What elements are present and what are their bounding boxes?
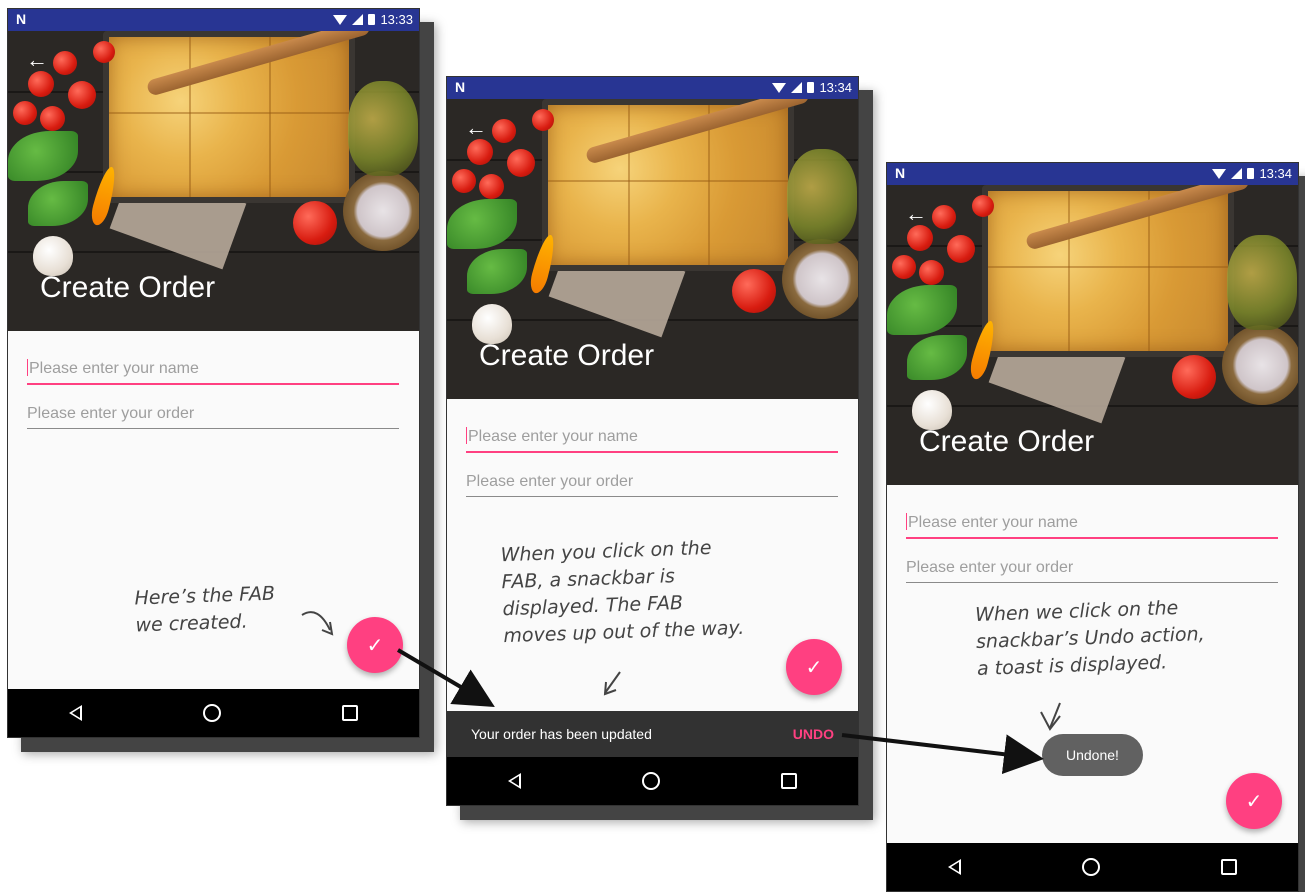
order-placeholder: Please enter your order: [466, 473, 634, 490]
nav-bar: [447, 757, 858, 805]
toast-annotation: When we click on the snackbar’s Undo act…: [974, 596, 1206, 680]
header-image: ← Create Order: [8, 31, 419, 331]
back-arrow-icon[interactable]: ←: [26, 49, 48, 71]
order-field[interactable]: Please enter your order: [466, 473, 838, 497]
nav-back-icon[interactable]: [68, 705, 82, 721]
snackbar-message: Your order has been updated: [471, 726, 652, 742]
name-field[interactable]: Please enter your name: [466, 427, 838, 453]
nav-home-icon[interactable]: [202, 704, 221, 722]
header-image: ← Create Order: [447, 99, 858, 399]
name-placeholder: Please enter your name: [908, 514, 1078, 531]
check-icon: ✓: [366, 634, 384, 657]
nav-recents-icon[interactable]: [1221, 859, 1238, 875]
status-time: 13:34: [819, 80, 852, 95]
status-time: 13:33: [380, 12, 413, 27]
fab-annotation: Here’s the FAB we created.: [134, 582, 276, 637]
name-field[interactable]: Please enter your name: [27, 359, 399, 385]
battery-icon: [807, 82, 815, 93]
order-field[interactable]: Please enter your order: [906, 559, 1278, 583]
signal-icon: [352, 14, 364, 25]
toast-message: Undone!: [1066, 747, 1119, 763]
nav-home-icon[interactable]: [641, 772, 660, 790]
signal-icon: [791, 82, 803, 93]
notification-n-icon: N: [895, 165, 906, 181]
status-bar: N 13:33: [8, 9, 419, 31]
name-placeholder: Please enter your name: [468, 428, 638, 445]
status-time: 13:34: [1259, 166, 1292, 181]
status-bar: N 13:34: [447, 77, 858, 99]
wifi-icon: [772, 83, 787, 93]
phone-screen-3: N 13:34 ← Create Order Please enter your…: [886, 162, 1299, 892]
battery-icon: [368, 14, 376, 25]
nav-bar: [887, 843, 1298, 891]
snackbar-annotation: When you click on the FAB, a snackbar is…: [500, 536, 745, 648]
snackbar-undo-button[interactable]: UNDO: [793, 726, 834, 742]
battery-icon: [1247, 168, 1255, 179]
nav-back-icon[interactable]: [947, 859, 961, 875]
page-title: Create Order: [40, 271, 216, 304]
back-arrow-icon[interactable]: ←: [465, 117, 487, 139]
page-title: Create Order: [479, 339, 655, 372]
notification-n-icon: N: [455, 79, 466, 95]
snackbar: Your order has been updated UNDO: [447, 711, 858, 757]
status-bar: N 13:34: [887, 163, 1298, 185]
header-image: ← Create Order: [887, 185, 1298, 485]
nav-back-icon[interactable]: [507, 773, 521, 789]
check-icon: ✓: [1245, 790, 1263, 813]
name-field[interactable]: Please enter your name: [906, 513, 1278, 539]
toast: Undone!: [1042, 734, 1143, 776]
wifi-icon: [1212, 169, 1227, 179]
fab-button[interactable]: ✓: [347, 617, 403, 673]
name-placeholder: Please enter your name: [29, 360, 199, 377]
signal-icon: [1231, 168, 1243, 179]
nav-bar: [8, 689, 419, 737]
back-arrow-icon[interactable]: ←: [905, 203, 927, 225]
notification-n-icon: N: [16, 11, 27, 27]
order-placeholder: Please enter your order: [27, 405, 195, 422]
nav-home-icon[interactable]: [1081, 858, 1100, 876]
page-title: Create Order: [919, 425, 1095, 458]
phone-screen-2: N 13:34 ← Create Order Please enter your…: [446, 76, 859, 806]
fab-button[interactable]: ✓: [786, 639, 842, 695]
check-icon: ✓: [805, 656, 823, 679]
fab-button[interactable]: ✓: [1226, 773, 1282, 829]
order-field[interactable]: Please enter your order: [27, 405, 399, 429]
nav-recents-icon[interactable]: [781, 773, 798, 789]
nav-recents-icon[interactable]: [342, 705, 359, 721]
wifi-icon: [333, 15, 348, 25]
order-placeholder: Please enter your order: [906, 559, 1074, 576]
